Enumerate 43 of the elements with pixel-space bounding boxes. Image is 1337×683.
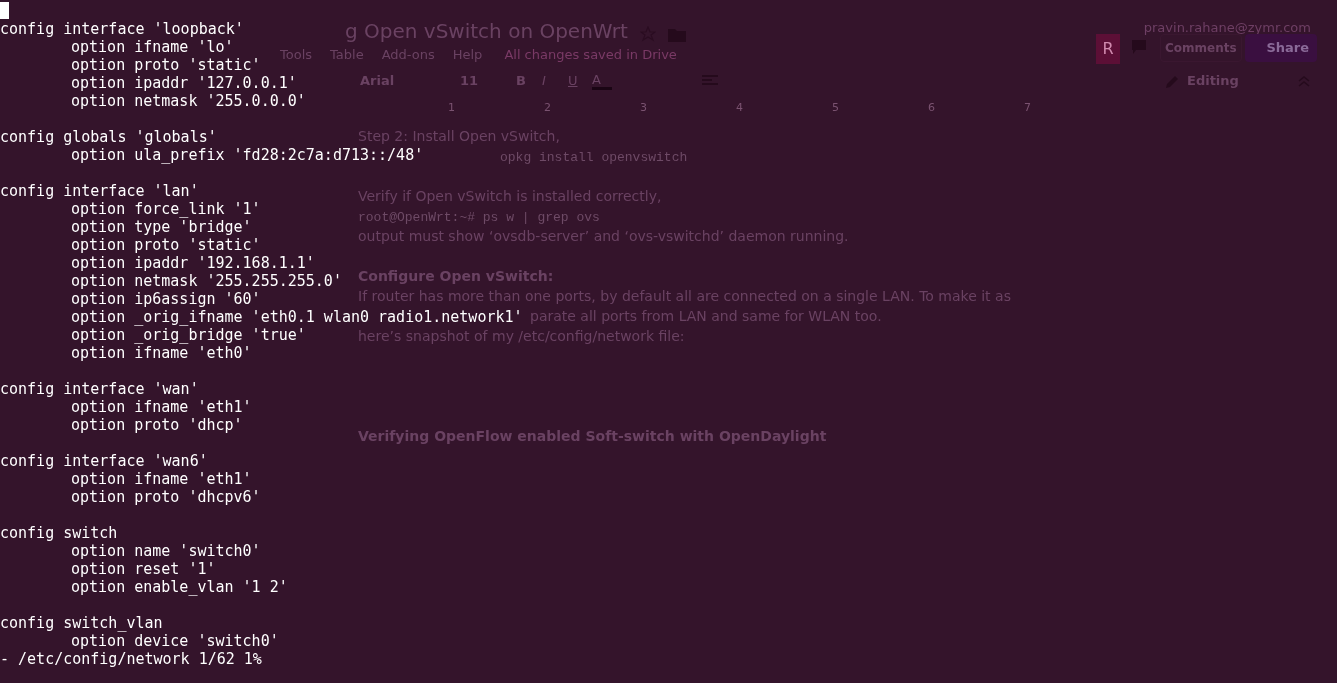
terminal-line: config globals 'globals' bbox=[0, 128, 217, 146]
terminal-line: option proto 'static' bbox=[71, 236, 261, 254]
ruler-number: 5 bbox=[832, 99, 840, 116]
terminal-line: config interface 'wan' bbox=[0, 380, 199, 398]
terminal-line: config interface 'wan6' bbox=[0, 452, 208, 470]
ruler-number: 1 bbox=[448, 99, 456, 116]
terminal-line: option ifname 'eth0' bbox=[71, 344, 252, 362]
terminal-line: option force_link '1' bbox=[71, 200, 261, 218]
code-text: opkg install openvswitch bbox=[500, 150, 688, 165]
user-avatar[interactable]: R bbox=[1096, 34, 1120, 64]
terminal-line: option netmask '255.255.255.0' bbox=[71, 272, 342, 290]
terminal-line: option ifname 'lo' bbox=[71, 38, 234, 56]
terminal-line: config switch bbox=[0, 524, 118, 542]
terminal-line: option name 'switch0' bbox=[71, 542, 261, 560]
ruler-number: 4 bbox=[736, 99, 744, 116]
terminal-line: option _orig_bridge 'true' bbox=[71, 326, 306, 344]
terminal-line: option ula_prefix 'fd28:2c7a:d713::/48' bbox=[71, 146, 424, 164]
terminal-line: option ip6assign '60' bbox=[71, 290, 261, 308]
cursor-icon bbox=[0, 2, 9, 19]
terminal-line: option reset '1' bbox=[71, 560, 216, 578]
terminal-line: option ipaddr '192.168.1.1' bbox=[71, 254, 315, 272]
terminal-line: option enable_vlan '1 2' bbox=[71, 578, 288, 596]
code-text: root@OpenWrt:~# ps w | grep ovs bbox=[358, 210, 600, 225]
terminal-line: option proto 'dhcp' bbox=[71, 416, 243, 434]
ruler-number: 6 bbox=[928, 99, 936, 116]
terminal-line: - /etc/config/network 1/62 1% bbox=[0, 650, 262, 668]
terminal-line: option proto 'dhcpv6' bbox=[71, 488, 261, 506]
terminal-line: option _orig_ifname 'eth0.1 wlan0 radio1.network1' bbox=[71, 308, 523, 326]
ruler-number: 2 bbox=[544, 99, 552, 116]
terminal-line: option ifname 'eth1' bbox=[71, 470, 252, 488]
terminal-line: option ipaddr '127.0.0.1' bbox=[71, 74, 297, 92]
terminal-line: config interface 'loopback' bbox=[0, 20, 244, 38]
terminal-line: config switch_vlan bbox=[0, 614, 163, 632]
terminal-line: option ifname 'eth1' bbox=[71, 398, 252, 416]
terminal-line: option proto 'static' bbox=[71, 56, 261, 74]
terminal-line: option device 'switch0' bbox=[71, 632, 279, 650]
terminal-line: option type 'bridge' bbox=[71, 218, 252, 236]
ruler-number: 7 bbox=[1024, 99, 1032, 116]
terminal-line: option netmask '255.0.0.0' bbox=[71, 92, 306, 110]
ruler-number: 3 bbox=[640, 99, 648, 116]
save-status: All changes saved in Drive bbox=[504, 46, 677, 65]
terminal-line: config interface 'lan' bbox=[0, 182, 199, 200]
share-button[interactable]: Share bbox=[1245, 34, 1317, 62]
